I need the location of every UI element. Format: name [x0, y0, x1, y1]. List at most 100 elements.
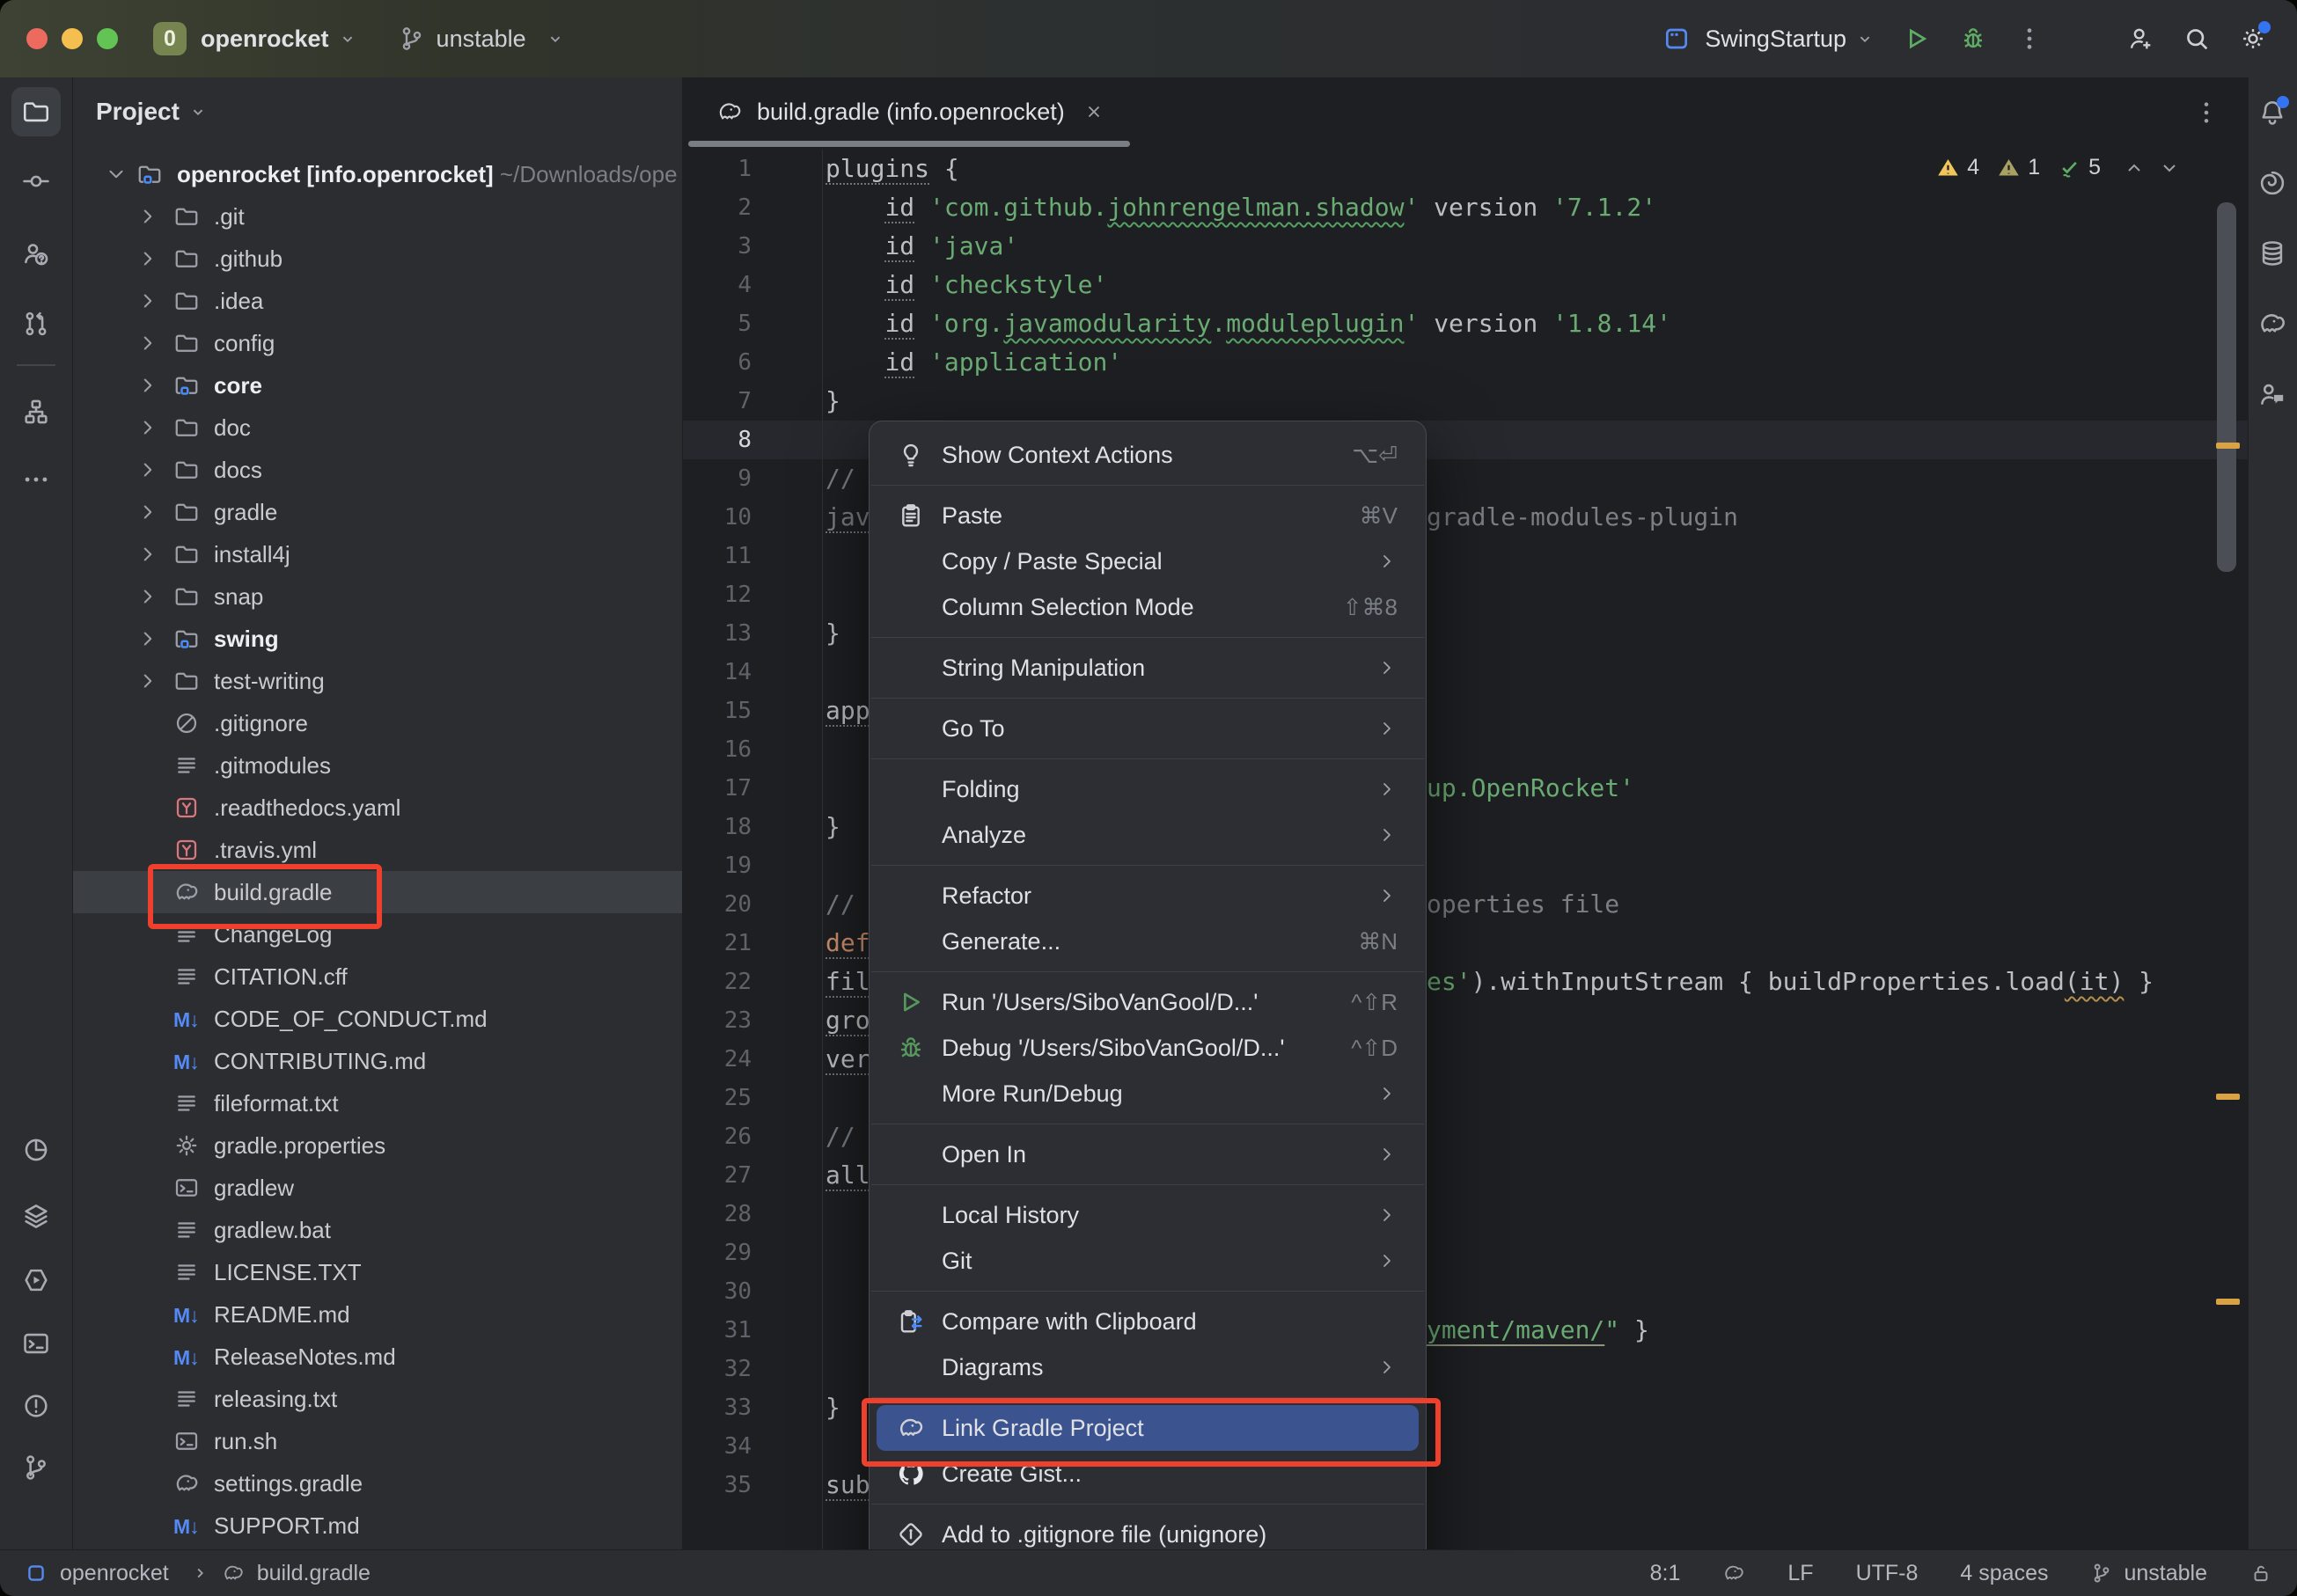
tree-item--git[interactable]: .git: [73, 195, 682, 238]
chevron-right-icon[interactable]: [136, 374, 159, 397]
chevron-right-icon[interactable]: [136, 289, 159, 312]
branch-tool-icon[interactable]: [21, 1453, 51, 1483]
zoom-window-button[interactable]: [97, 28, 118, 49]
tree-item-config[interactable]: config: [73, 322, 682, 364]
tree-item-releasenotes-md[interactable]: M↓ReleaseNotes.md: [73, 1336, 682, 1378]
tree-item--readthedocs-yaml[interactable]: .readthedocs.yaml: [73, 787, 682, 829]
encoding-indicator[interactable]: UTF-8: [1856, 1561, 1919, 1586]
write-access-unlock-icon[interactable]: [2249, 1562, 2272, 1585]
menu-item-generate[interactable]: Generate...⌘N: [877, 919, 1419, 964]
tree-item-gradlew-bat[interactable]: gradlew.bat: [73, 1209, 682, 1251]
line-separator-indicator[interactable]: LF: [1787, 1561, 1813, 1586]
tree-item-readme-md[interactable]: M↓README.md: [73, 1293, 682, 1336]
more-actions-kebab-icon[interactable]: [2015, 25, 2044, 53]
pull-request-tool-icon[interactable]: [21, 309, 51, 339]
layers-tool-icon[interactable]: [21, 1201, 51, 1231]
menu-item-more-run-debug[interactable]: More Run/Debug: [877, 1071, 1419, 1116]
structure-tool-icon[interactable]: [21, 397, 51, 427]
run-button[interactable]: [1903, 25, 1931, 53]
minimize-window-button[interactable]: [62, 28, 83, 49]
menu-item-local-history[interactable]: Local History: [877, 1192, 1419, 1238]
tree-item--travis-yml[interactable]: .travis.yml: [73, 829, 682, 871]
bell-tool-icon[interactable]: [2257, 98, 2287, 128]
run-configuration-selector[interactable]: SwingStartup: [1662, 25, 1875, 53]
tree-item-gradle[interactable]: gradle: [73, 491, 682, 533]
tree-item-doc[interactable]: doc: [73, 406, 682, 449]
tree-item-gradle-properties[interactable]: gradle.properties: [73, 1124, 682, 1167]
menu-item-compare-with-clipboard[interactable]: Compare with Clipboard: [877, 1299, 1419, 1344]
hex-play-tool-icon[interactable]: [21, 1265, 51, 1295]
project-widget[interactable]: openrocket: [187, 26, 357, 53]
tree-item--gitmodules[interactable]: .gitmodules: [73, 744, 682, 787]
tree-item--idea[interactable]: .idea: [73, 280, 682, 322]
menu-item-create-gist[interactable]: Create Gist...: [877, 1451, 1419, 1497]
indent-indicator[interactable]: 4 spaces: [1960, 1561, 2048, 1586]
more-tool-icon[interactable]: [21, 465, 51, 494]
terminal-tool-icon[interactable]: [21, 1329, 51, 1358]
debug-button[interactable]: [1959, 25, 1987, 53]
user-chat-tool-icon[interactable]: [2257, 379, 2287, 409]
next-problem-chevron-icon[interactable]: [2159, 157, 2180, 179]
gradle-daemon-icon[interactable]: [1722, 1562, 1745, 1585]
inspections-widget[interactable]: 4 1 5: [1936, 155, 2180, 180]
code-with-me-add-user-icon[interactable]: [2126, 25, 2154, 53]
menu-item-open-in[interactable]: Open In: [877, 1131, 1419, 1177]
problems-tool-icon[interactable]: [21, 1391, 51, 1421]
tree-item-docs[interactable]: docs: [73, 449, 682, 491]
menu-item-copy-paste-special[interactable]: Copy / Paste Special: [877, 538, 1419, 584]
menu-item-go-to[interactable]: Go To: [877, 706, 1419, 751]
tree-item-test-writing[interactable]: test-writing: [73, 660, 682, 702]
project-panel-title[interactable]: Project: [96, 98, 180, 126]
menu-item-analyze[interactable]: Analyze: [877, 812, 1419, 858]
folder-tool-icon[interactable]: [11, 87, 61, 136]
tree-item-run-sh[interactable]: run.sh: [73, 1420, 682, 1462]
tree-item-swing[interactable]: swing: [73, 618, 682, 660]
tree-item-build-gradle[interactable]: build.gradle: [73, 871, 682, 913]
settings-gear-icon[interactable]: [2239, 25, 2267, 53]
branch-indicator[interactable]: unstable: [2090, 1561, 2207, 1586]
tree-item-install4j[interactable]: install4j: [73, 533, 682, 575]
tree-item-changelog[interactable]: ChangeLog: [73, 913, 682, 955]
chevron-right-icon[interactable]: [136, 585, 159, 608]
chevron-right-icon[interactable]: [136, 627, 159, 650]
commit-tool-icon[interactable]: [21, 166, 51, 196]
chevron-right-icon[interactable]: [136, 247, 159, 270]
tree-item-settings-gradle[interactable]: settings.gradle: [73, 1462, 682, 1504]
gradle-tool-icon[interactable]: [2257, 309, 2287, 339]
vcs-widget[interactable]: unstable: [398, 25, 565, 53]
database-tool-icon[interactable]: [2257, 238, 2287, 268]
menu-item-show-context-actions[interactable]: Show Context Actions⌥⏎: [877, 432, 1419, 478]
chevron-right-icon[interactable]: [136, 205, 159, 228]
breadcrumb-file[interactable]: build.gradle: [257, 1561, 371, 1586]
menu-item-link-gradle-project[interactable]: Link Gradle Project: [877, 1405, 1419, 1451]
menu-item-git[interactable]: Git: [877, 1238, 1419, 1284]
tree-item-gradlew[interactable]: gradlew: [73, 1167, 682, 1209]
close-window-button[interactable]: [26, 28, 48, 49]
tree-item-contributing-md[interactable]: M↓CONTRIBUTING.md: [73, 1040, 682, 1082]
tree-item-openrocket-info-openrocket-[interactable]: openrocket [info.openrocket] ~/Downloads…: [73, 153, 682, 195]
editor-tab[interactable]: build.gradle (info.openrocket): [701, 77, 1119, 146]
tree-item-releasing-txt[interactable]: releasing.txt: [73, 1378, 682, 1420]
menu-item-run-users-sibovangool-d[interactable]: Run '/Users/SiboVanGool/D...'^⇧R: [877, 979, 1419, 1025]
chevron-down-icon[interactable]: [105, 163, 128, 186]
menu-item-string-manipulation[interactable]: String Manipulation: [877, 645, 1419, 691]
caret-position[interactable]: 8:1: [1650, 1561, 1681, 1586]
tree-item-support-md[interactable]: M↓SUPPORT.md: [73, 1504, 682, 1547]
tree-item-snap[interactable]: snap: [73, 575, 682, 618]
previous-problem-chevron-icon[interactable]: [2124, 157, 2145, 179]
editor-scrollbar[interactable]: [2217, 202, 2236, 572]
tree-item--gitignore[interactable]: .gitignore: [73, 702, 682, 744]
tree-item--github[interactable]: .github: [73, 238, 682, 280]
menu-item-diagrams[interactable]: Diagrams: [877, 1344, 1419, 1390]
tree-item-citation-cff[interactable]: CITATION.cff: [73, 955, 682, 998]
editor-options-kebab-icon[interactable]: [2192, 99, 2220, 131]
tree-item-core[interactable]: core: [73, 364, 682, 406]
pie-tool-icon[interactable]: [21, 1135, 51, 1165]
close-tab-icon[interactable]: [1084, 102, 1104, 121]
breadcrumb-project[interactable]: openrocket: [60, 1561, 169, 1586]
chevron-right-icon[interactable]: [136, 458, 159, 481]
menu-item-refactor[interactable]: Refactor: [877, 873, 1419, 919]
tab-scroll-indicator[interactable]: [688, 141, 1130, 147]
chevron-right-icon[interactable]: [136, 543, 159, 566]
chevron-right-icon[interactable]: [136, 670, 159, 692]
